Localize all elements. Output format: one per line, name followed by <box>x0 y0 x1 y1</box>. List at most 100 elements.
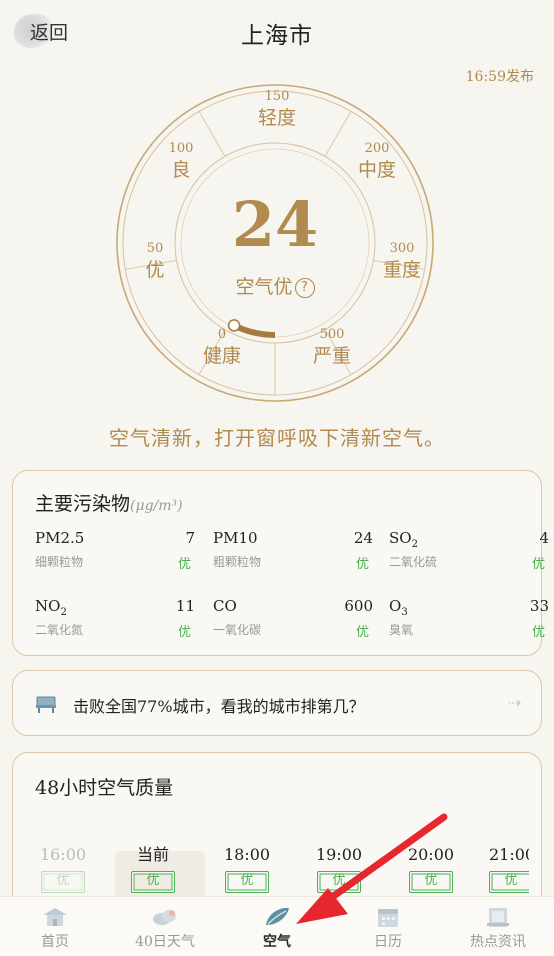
gauge-label-text: 中度 <box>357 159 396 181</box>
aqi-gauge: 0 健康 50 优 100 良 150 轻度 200 中度 300 重度 500 严重 24 空气优? <box>115 83 435 403</box>
pollutant-item[interactable]: CO 一氧化碳 600 优 <box>213 597 373 657</box>
gauge-label-text: 健康 <box>202 345 241 367</box>
pollutant-item[interactable]: O3 臭氧 33 优 <box>389 597 549 657</box>
pollutants-unit: (μg/m³) <box>130 498 183 514</box>
gauge-label: 0 健康 <box>182 327 262 369</box>
pollutant-symbol: SO <box>389 529 412 547</box>
aqi-level-label: 空气优 <box>235 276 293 298</box>
news-icon <box>487 908 509 927</box>
hour-time: 21:00 <box>489 845 529 864</box>
gauge-label-text: 轻度 <box>257 107 296 129</box>
pollutant-desc: 臭氧 <box>389 623 414 637</box>
hour-level-badge: 优 <box>317 871 361 893</box>
hour-item[interactable]: 20:00 优 <box>395 843 467 893</box>
hour-time: 20:00 <box>407 845 455 864</box>
pollutant-value: 24 <box>353 529 373 547</box>
gauge-label-value: 0 <box>217 327 227 342</box>
pollutants-card: 主要污染物(μg/m³) PM2.5 细颗粒物 7 优 PM10 粗颗粒物 24 优 SO2 二氧… <box>12 470 549 657</box>
hour-time: 18:00 <box>223 845 271 864</box>
hour-item[interactable]: 当前优 <box>117 843 189 893</box>
hour-item[interactable]: 16:00 优 <box>27 843 99 893</box>
pollutant-level: 优 <box>177 557 191 572</box>
header: 返回 上海市 <box>0 0 554 60</box>
hour-level-badge: 优 <box>489 871 529 893</box>
nav-label: 首页 <box>41 934 69 950</box>
pollutants-title: 主要污染物(μg/m³) <box>35 489 183 516</box>
gauge-label: 500 严重 <box>292 327 372 369</box>
pollutant-value: 4 <box>539 529 549 547</box>
pollutant-name: NO2 <box>35 597 67 618</box>
pollutant-desc: 二氧化硫 <box>389 555 438 569</box>
pollutant-item[interactable]: PM10 粗颗粒物 24 优 <box>213 529 373 589</box>
pollutant-name: SO2 <box>389 529 418 550</box>
nav-label: 热点资讯 <box>470 934 526 950</box>
pollutants-title-label: 主要污染物 <box>35 493 131 515</box>
home-icon <box>43 908 67 926</box>
help-icon[interactable]: ? <box>294 278 315 298</box>
pollutant-desc: 二氧化氮 <box>35 623 84 637</box>
cloud-icon <box>153 910 176 925</box>
calendar-icon <box>378 909 398 927</box>
pollutant-name: CO <box>213 597 237 618</box>
pollutant-level: 优 <box>531 625 545 640</box>
gauge-label-value: 150 <box>264 89 290 104</box>
pollutant-item[interactable]: SO2 二氧化硫 4 优 <box>389 529 549 589</box>
pollutant-item[interactable]: NO2 二氧化氮 11 优 <box>35 597 195 657</box>
bench-icon <box>36 696 56 713</box>
pollutant-desc: 粗颗粒物 <box>213 555 262 569</box>
publish-time: 16:59发布 <box>465 69 534 85</box>
aqi-level[interactable]: 空气优? <box>115 272 435 299</box>
nav-item[interactable]: 空气 <box>222 897 332 956</box>
pollutant-name: PM2.5 <box>35 529 84 550</box>
air-tip: 空气清新，打开窗呼吸下清新空气。 <box>109 426 445 450</box>
pollutant-subscript: 3 <box>401 607 408 618</box>
hourly-title: 48小时空气质量 <box>35 777 174 799</box>
pollutant-level: 优 <box>531 557 545 572</box>
pollutant-level: 优 <box>177 625 191 640</box>
hour-level-badge: 优 <box>41 871 85 893</box>
gauge-label: 200 中度 <box>337 141 417 183</box>
pollutant-name: O3 <box>389 597 408 618</box>
nav-item[interactable]: 40日天气 <box>110 897 220 956</box>
hour-item[interactable]: 21:00 优 <box>489 843 529 893</box>
hour-item[interactable]: 18:00 优 <box>211 843 283 893</box>
pollutant-level: 优 <box>355 625 369 640</box>
aqi-value: 24 <box>231 188 319 261</box>
rank-text: 击败全国77%城市，看我的城市排第几？ <box>73 697 365 716</box>
nav-item[interactable]: 热点资讯 <box>443 897 553 956</box>
pollutant-level: 优 <box>355 557 369 572</box>
gauge-label-value: 200 <box>364 141 390 156</box>
pollutant-value: 600 <box>344 597 373 615</box>
pollutant-symbol: NO <box>35 597 61 615</box>
pollutant-subscript: 2 <box>60 607 67 618</box>
pollutant-subscript: 2 <box>411 539 418 550</box>
gauge-label: 150 轻度 <box>237 89 317 131</box>
arrow-right-icon: ⇢ <box>507 693 521 712</box>
nav-label: 40日天气 <box>135 934 195 950</box>
gauge-label: 100 良 <box>141 141 221 183</box>
pollutant-desc: 一氧化碳 <box>213 623 262 637</box>
rank-card[interactable]: 击败全国77%城市，看我的城市排第几？ ⇢ <box>12 670 542 736</box>
pollutant-value: 11 <box>175 597 195 615</box>
hour-level-badge: 优 <box>225 871 269 893</box>
nav-item[interactable]: 首页 <box>0 897 110 956</box>
page-title: 上海市 <box>241 23 313 49</box>
nav-label: 空气 <box>263 934 291 950</box>
gauge-label-text: 严重 <box>312 345 351 367</box>
leaf-icon <box>266 907 289 925</box>
pollutant-symbol: CO <box>213 597 237 615</box>
bottom-nav: 首页 40日天气 空气 日历 热点资讯 <box>0 896 554 956</box>
pollutant-symbol: PM10 <box>213 529 258 547</box>
hour-item[interactable]: 19:00 优 <box>303 843 375 893</box>
hour-time: 16:00 <box>39 845 87 864</box>
pollutant-item[interactable]: PM2.5 细颗粒物 7 优 <box>35 529 195 589</box>
hour-level-badge: 优 <box>409 871 453 893</box>
pollutant-desc: 细颗粒物 <box>35 555 84 569</box>
hour-level-badge: 优 <box>131 871 175 893</box>
pollutant-value: 33 <box>529 597 549 615</box>
gauge-label-text: 良 <box>171 159 191 181</box>
gauge-label-value: 500 <box>319 327 345 342</box>
gauge-label-value: 100 <box>168 141 194 156</box>
nav-item[interactable]: 日历 <box>333 897 443 956</box>
pollutant-name: PM10 <box>213 529 258 550</box>
